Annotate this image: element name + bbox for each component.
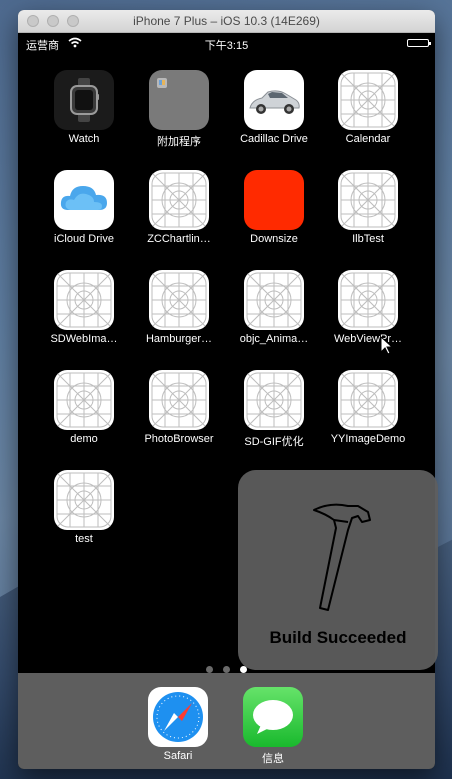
placeholder-icon	[149, 270, 209, 330]
app-extras-folder[interactable]: 附加程序	[134, 70, 224, 149]
app-sdwebimage[interactable]: SDWebIma…	[39, 270, 129, 345]
app-label: iCloud Drive	[54, 233, 114, 245]
placeholder-icon	[54, 270, 114, 330]
app-label: test	[75, 533, 93, 545]
app-icloud-drive[interactable]: iCloud Drive	[39, 170, 129, 245]
dock: Safari 信息	[18, 673, 435, 769]
placeholder-icon	[338, 170, 398, 230]
app-zcchartline[interactable]: ZCChartlin…	[134, 170, 224, 245]
placeholder-icon	[149, 370, 209, 430]
icloud-icon	[54, 170, 114, 230]
app-label: 附加程序	[157, 136, 201, 148]
build-succeeded-hud: Build Succeeded	[238, 470, 438, 670]
app-cadillac-drive[interactable]: Cadillac Drive	[229, 70, 319, 145]
placeholder-icon	[338, 370, 398, 430]
red-square-icon	[244, 170, 304, 230]
app-calendar[interactable]: Calendar	[323, 70, 413, 145]
extras-folder-icon	[149, 70, 209, 130]
app-label: objc_Anima…	[239, 333, 309, 345]
placeholder-icon	[338, 270, 398, 330]
app-downsize[interactable]: Downsize	[229, 170, 319, 245]
app-label: Safari	[163, 750, 193, 762]
cadillac-car-icon	[244, 70, 304, 130]
app-ilbtest[interactable]: IlbTest	[323, 170, 413, 245]
placeholder-icon	[244, 370, 304, 430]
app-label: SDWebIma…	[50, 333, 118, 345]
app-label: 信息	[262, 753, 284, 765]
app-label: Downsize	[250, 233, 298, 245]
app-sd-gif[interactable]: SD-GIF优化	[229, 370, 319, 449]
app-label: ZCChartlin…	[147, 233, 211, 245]
app-label: Cadillac Drive	[240, 133, 308, 145]
safari-icon	[148, 687, 208, 747]
placeholder-icon	[149, 170, 209, 230]
app-label: Calendar	[345, 133, 391, 145]
placeholder-icon	[54, 370, 114, 430]
page-dot[interactable]	[206, 666, 213, 673]
app-label: WebViewPr…	[333, 333, 403, 345]
window-title: iPhone 7 Plus – iOS 10.3 (14E269)	[133, 14, 320, 28]
app-label: IlbTest	[352, 233, 384, 245]
app-demo[interactable]: demo	[39, 370, 129, 445]
mouse-cursor-icon	[380, 336, 394, 355]
app-label: YYImageDemo	[330, 433, 406, 445]
placeholder-icon	[338, 70, 398, 130]
dock-app-messages[interactable]: 信息	[228, 687, 318, 766]
status-bar: 运营商 下午3:15	[18, 33, 435, 53]
app-hamburger[interactable]: Hamburger…	[134, 270, 224, 345]
app-label: Watch	[68, 133, 100, 145]
app-label: PhotoBrowser	[144, 433, 214, 445]
status-time: 下午3:15	[204, 40, 249, 52]
messages-icon	[243, 687, 303, 747]
app-label: Hamburger…	[145, 333, 213, 345]
app-watch[interactable]: Watch	[39, 70, 129, 145]
title-bar[interactable]: iPhone 7 Plus – iOS 10.3 (14E269)	[18, 10, 435, 33]
dock-app-safari[interactable]: Safari	[133, 687, 223, 762]
app-label: demo	[70, 433, 98, 445]
app-test[interactable]: test	[39, 470, 129, 545]
page-dot[interactable]	[223, 666, 230, 673]
app-photobrowser[interactable]: PhotoBrowser	[134, 370, 224, 445]
app-objc-animation[interactable]: objc_Anima…	[229, 270, 319, 345]
hud-message: Build Succeeded	[269, 628, 407, 647]
app-yyimagedemo[interactable]: YYImageDemo	[323, 370, 413, 445]
app-label: SD-GIF优化	[244, 436, 304, 448]
battery-icon	[407, 39, 431, 47]
watch-icon	[54, 70, 114, 130]
hammer-icon	[313, 503, 371, 611]
app-webviewprogress[interactable]: WebViewPr…	[323, 270, 413, 345]
placeholder-icon	[244, 270, 304, 330]
placeholder-icon	[54, 470, 114, 530]
